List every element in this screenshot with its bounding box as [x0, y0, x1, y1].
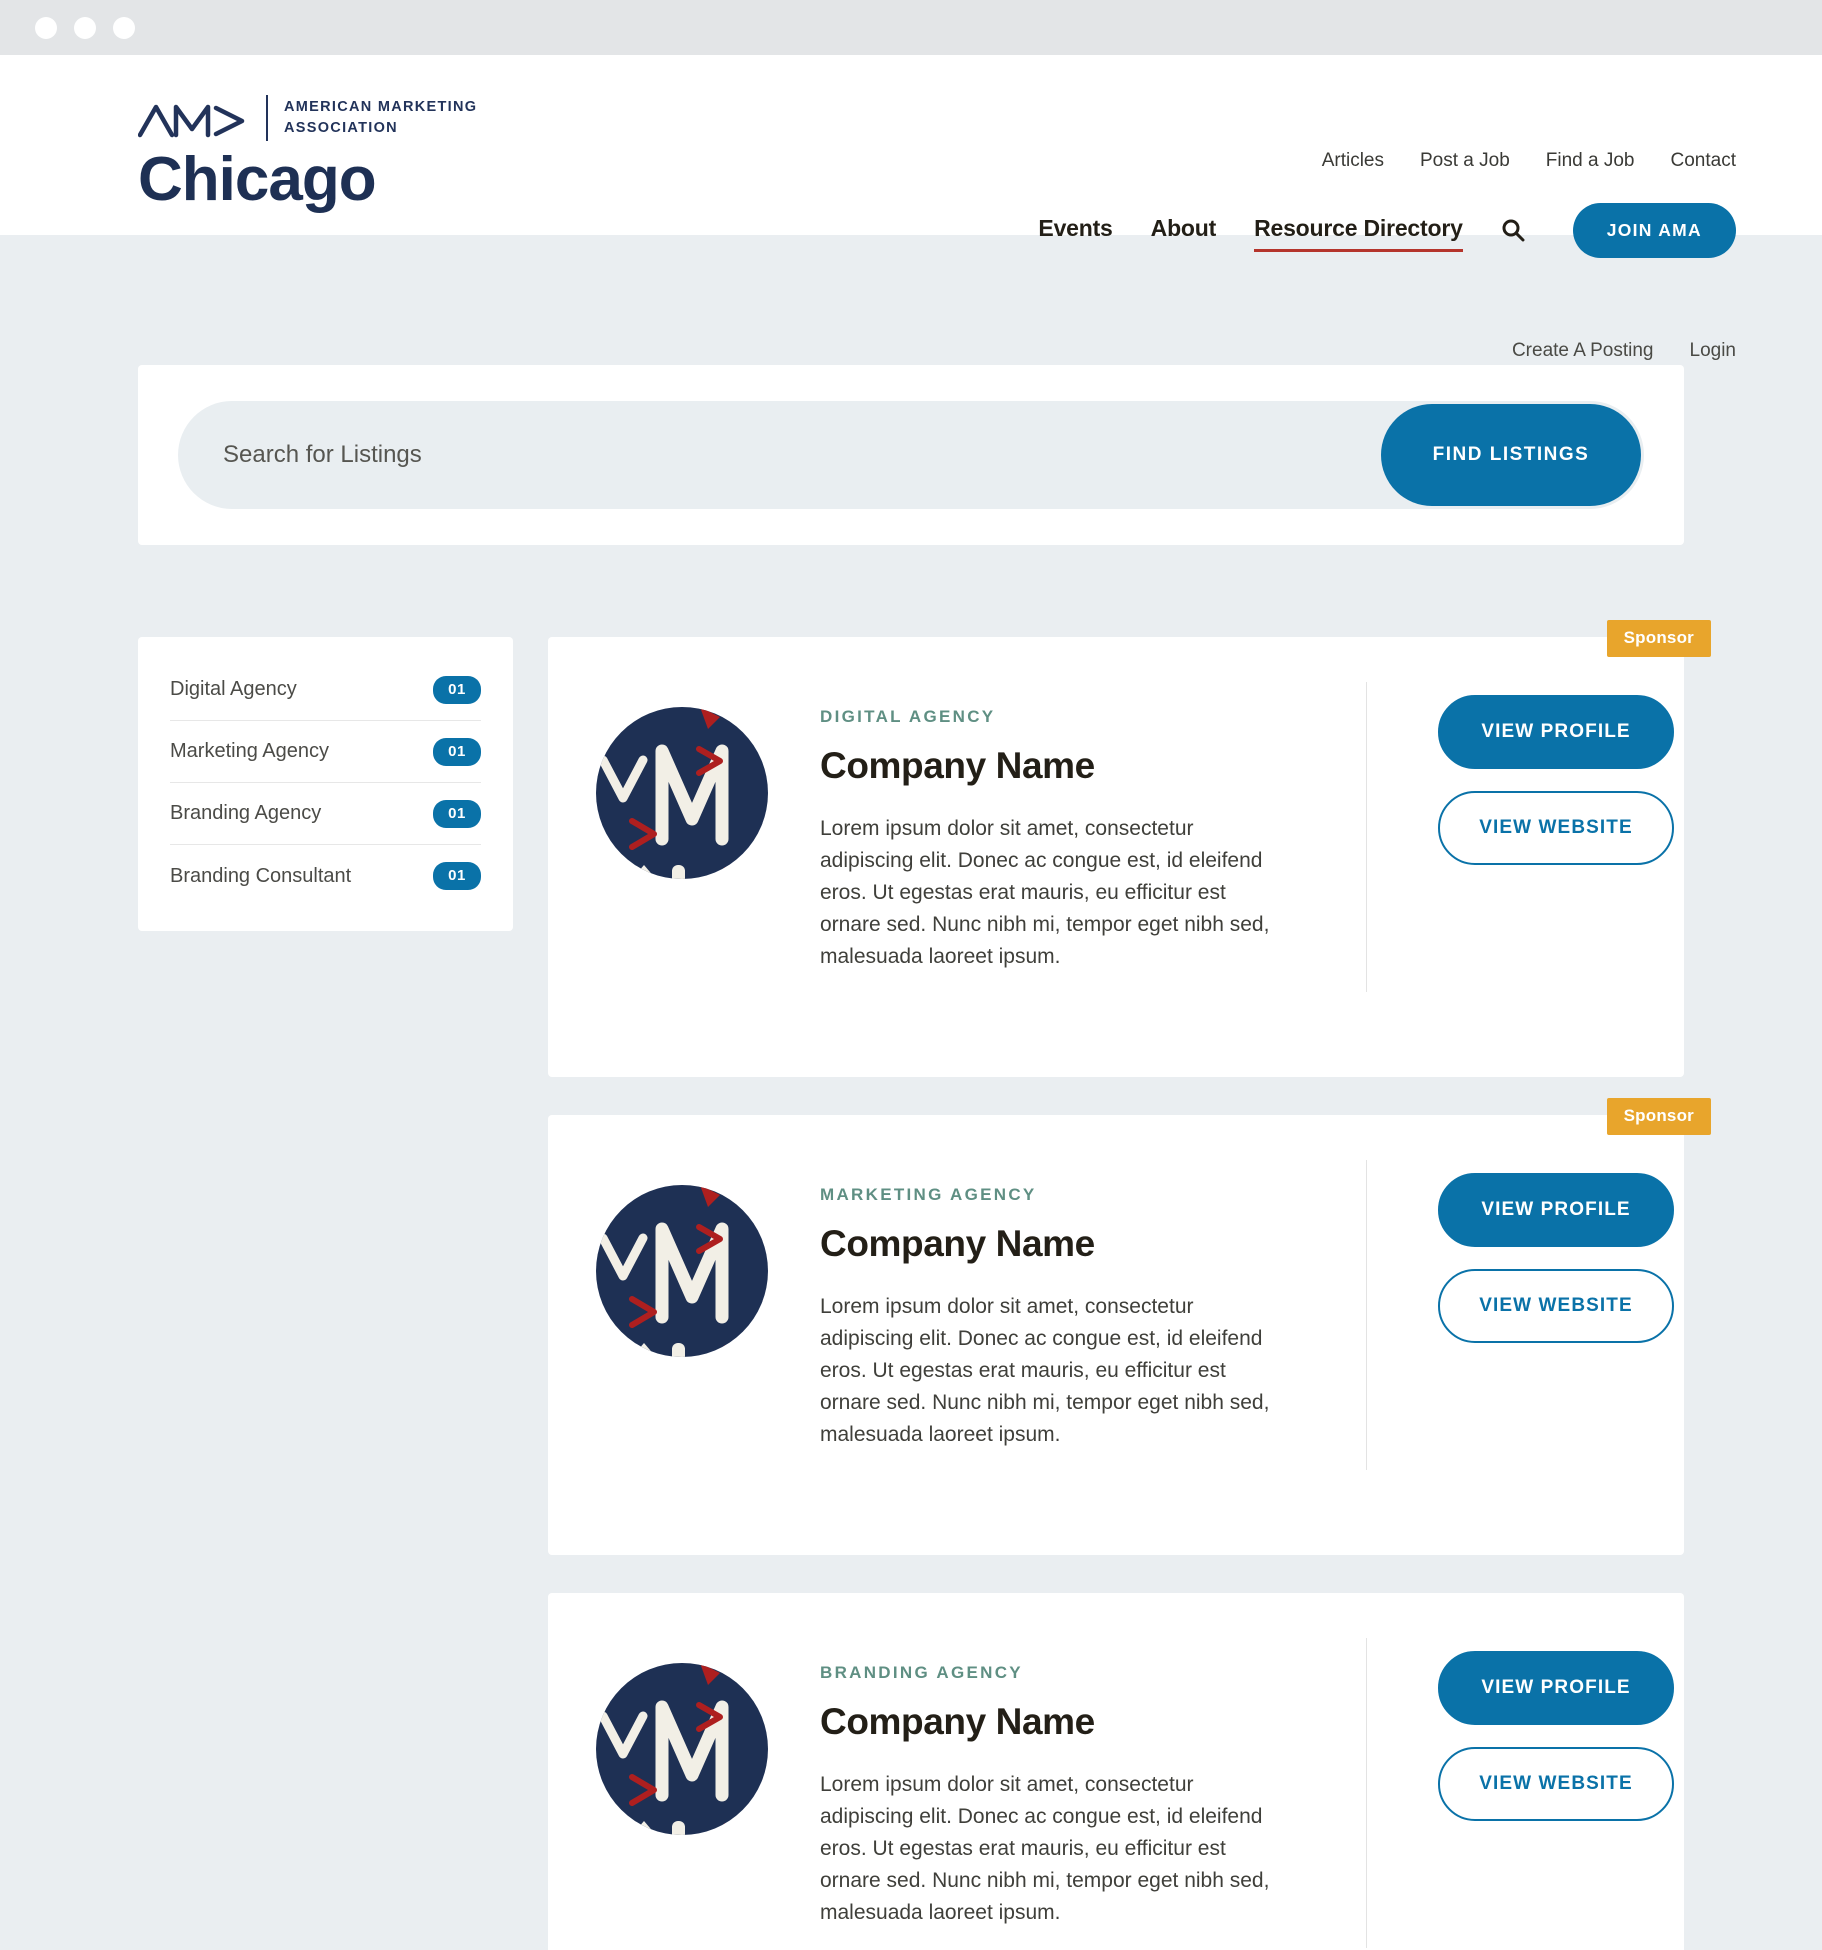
utility-nav-post-a-job[interactable]: Post a Job [1420, 150, 1510, 172]
sponsor-badge: Sponsor [1606, 1098, 1711, 1135]
company-logo-icon [596, 707, 768, 879]
find-listings-button[interactable]: FIND LISTINGS [1381, 404, 1641, 506]
ama-wordmark-icon [138, 104, 245, 138]
listing-actions: VIEW PROFILE VIEW WEBSITE [1438, 1173, 1674, 1343]
login-link[interactable]: Login [1690, 340, 1737, 362]
listing-company-name: Company Name [820, 745, 1095, 786]
nav-item-resource-directory[interactable]: Resource Directory [1254, 215, 1463, 252]
listing-description: Lorem ipsum dolor sit amet, consectetur … [820, 1295, 1270, 1446]
card-divider [1366, 1160, 1367, 1470]
filter-item-branding-consultant[interactable]: Branding Consultant 01 [170, 845, 481, 907]
listing-card[interactable]: Sponsor [548, 1098, 1711, 1555]
search-input[interactable]: Search for Listings [223, 441, 422, 469]
filter-label: Marketing Agency [170, 740, 329, 762]
logo-org-line-2: ASSOCIATION [284, 120, 398, 136]
view-website-button[interactable]: VIEW WEBSITE [1438, 1747, 1674, 1821]
listing-card[interactable]: BRANDING AGENCY Company Name Lorem ipsum… [548, 1593, 1684, 1950]
window-controls [35, 16, 135, 39]
filter-label: Branding Consultant [170, 864, 352, 887]
listing-description: Lorem ipsum dolor sit amet, consectetur … [820, 817, 1270, 968]
company-logo [596, 707, 768, 884]
view-profile-button[interactable]: VIEW PROFILE [1438, 1173, 1674, 1247]
listings-column: Sponsor DIGITAL AGENCY Company Name Lore… [548, 620, 1711, 1950]
listing-content: BRANDING AGENCY Company Name Lorem ipsum… [820, 1663, 1290, 1929]
company-logo [596, 1663, 768, 1840]
logo-org-name: AMERICAN MARKETING ASSOCIATION [284, 97, 477, 138]
filter-count-badge: 01 [433, 862, 481, 890]
search-field-wrapper[interactable]: Search for Listings FIND LISTINGS [178, 401, 1644, 509]
search-glyph-icon [1502, 219, 1525, 242]
minimize-dot-icon[interactable] [74, 16, 96, 39]
main-nav: Events About Resource Directory JOIN AMA [1038, 203, 1736, 264]
sponsor-badge: Sponsor [1606, 620, 1711, 657]
view-profile-button[interactable]: VIEW PROFILE [1438, 695, 1674, 769]
utility-nav-find-a-job[interactable]: Find a Job [1546, 150, 1635, 172]
filter-label: Branding Agency [170, 802, 322, 824]
listing-actions: VIEW PROFILE VIEW WEBSITE [1438, 1651, 1674, 1821]
filter-count-badge: 01 [433, 799, 481, 828]
utility-nav: Articles Post a Job Find a Job Contact [1322, 150, 1736, 172]
listing-description: Lorem ipsum dolor sit amet, consectetur … [820, 1773, 1270, 1924]
listing-actions: VIEW PROFILE VIEW WEBSITE [1438, 695, 1674, 865]
card-divider [1366, 1638, 1367, 1948]
nav-item-events[interactable]: Events [1038, 215, 1112, 252]
filter-count-badge: 01 [433, 737, 481, 766]
search-panel: Search for Listings FIND LISTINGS [138, 365, 1684, 545]
view-profile-button[interactable]: VIEW PROFILE [1438, 1651, 1674, 1725]
join-ama-button[interactable]: JOIN AMA [1572, 203, 1736, 258]
filter-count-badge: 01 [433, 675, 481, 704]
filter-item-marketing-agency[interactable]: Marketing Agency 01 [170, 721, 481, 783]
card-divider [1366, 682, 1367, 992]
view-website-button[interactable]: VIEW WEBSITE [1438, 791, 1674, 865]
maximize-dot-icon[interactable] [113, 16, 135, 39]
listing-category: MARKETING AGENCY [820, 1185, 1037, 1204]
close-dot-icon[interactable] [35, 16, 57, 39]
listing-category: DIGITAL AGENCY [820, 707, 996, 726]
listing-company-name: Company Name [820, 1701, 1095, 1742]
page-viewport: AMERICAN MARKETING ASSOCIATION Chicago A… [0, 55, 1822, 1950]
company-logo-icon [596, 1663, 768, 1835]
filter-sidebar: Digital Agency 01 Marketing Agency 01 Br… [138, 637, 513, 931]
logo-divider [266, 95, 268, 141]
view-website-button[interactable]: VIEW WEBSITE [1438, 1269, 1674, 1343]
nav-item-about[interactable]: About [1151, 215, 1217, 252]
listing-company-name: Company Name [820, 1223, 1095, 1264]
browser-title-bar [0, 0, 1822, 55]
logo-org-line-1: AMERICAN MARKETING [284, 99, 478, 116]
listing-category: BRANDING AGENCY [820, 1663, 1023, 1682]
logo-city-name: Chicago [138, 145, 377, 214]
utility-nav-contact[interactable]: Contact [1671, 150, 1736, 172]
search-icon[interactable] [1501, 218, 1525, 249]
listing-content: MARKETING AGENCY Company Name Lorem ipsu… [820, 1185, 1290, 1451]
filter-item-digital-agency[interactable]: Digital Agency 01 [170, 659, 481, 721]
listing-content: DIGITAL AGENCY Company Name Lorem ipsum … [820, 707, 1290, 973]
site-logo[interactable]: AMERICAN MARKETING ASSOCIATION Chicago [138, 95, 477, 212]
sub-utility-nav: Create A Posting Login [1512, 340, 1736, 362]
create-a-posting-link[interactable]: Create A Posting [1512, 340, 1654, 362]
listing-card[interactable]: Sponsor [548, 620, 1711, 1077]
filter-item-branding-agency[interactable]: Branding Agency 01 [170, 783, 481, 845]
site-header: AMERICAN MARKETING ASSOCIATION Chicago A… [0, 55, 1822, 258]
utility-nav-articles[interactable]: Articles [1322, 150, 1384, 172]
company-logo-icon [596, 1185, 768, 1357]
company-logo [596, 1185, 768, 1362]
logo-lockup: AMERICAN MARKETING ASSOCIATION [138, 95, 477, 141]
filter-label: Digital Agency [170, 678, 297, 700]
